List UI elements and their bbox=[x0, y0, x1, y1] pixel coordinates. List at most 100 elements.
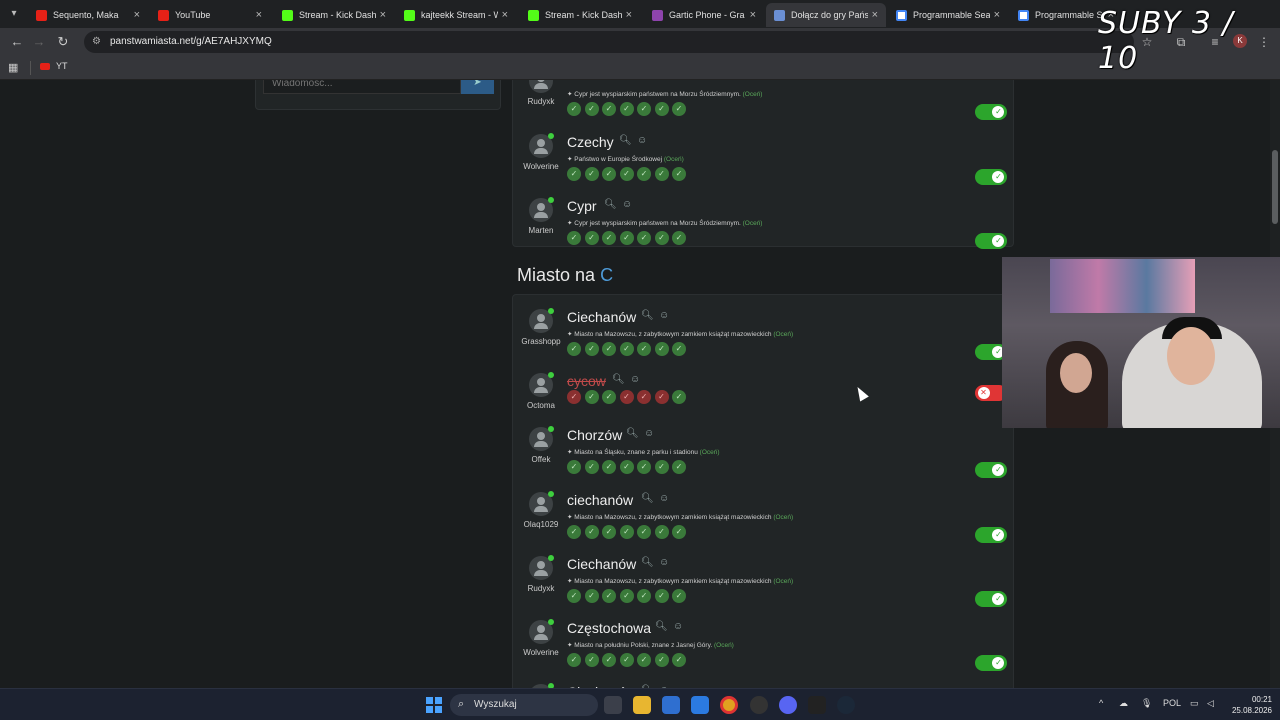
vote-yes-icon[interactable]: ✓ bbox=[654, 589, 669, 603]
vote-yes-icon[interactable]: ✓ bbox=[619, 460, 634, 474]
vote-yes-icon[interactable]: ✓ bbox=[602, 102, 616, 116]
close-tab-icon[interactable]: × bbox=[626, 9, 632, 21]
obs-icon[interactable] bbox=[750, 696, 768, 714]
accept-toggle-on[interactable]: ✓ bbox=[975, 233, 1007, 249]
vote-yes-icon[interactable]: ✓ bbox=[602, 653, 616, 667]
site-info-icon[interactable]: ⚙ bbox=[92, 36, 104, 48]
vote-yes-icon[interactable]: ✓ bbox=[602, 231, 616, 245]
vote-yes-icon[interactable]: ✓ bbox=[602, 525, 616, 539]
address-bar[interactable]: ⚙ panstwamiasta.net/g/AE7AHJXYMQ bbox=[84, 31, 1134, 53]
chat-message-input[interactable] bbox=[263, 80, 461, 94]
tab-search-chevron-icon[interactable]: ▾ bbox=[6, 6, 22, 22]
accept-toggle-on[interactable]: ✓ bbox=[975, 527, 1007, 543]
close-tab-icon[interactable]: × bbox=[994, 9, 1000, 21]
vote-yes-icon[interactable]: ✓ bbox=[584, 167, 599, 181]
taskbar-search[interactable]: ⌕ Wyszukaj bbox=[450, 694, 598, 716]
network-icon[interactable]: ▭ bbox=[1190, 698, 1199, 709]
vote-yes-icon[interactable]: ✓ bbox=[672, 525, 686, 539]
rate-link[interactable]: (Oceń) bbox=[773, 578, 793, 585]
vote-yes-icon[interactable]: ✓ bbox=[584, 390, 599, 404]
vote-yes-icon[interactable]: ✓ bbox=[584, 525, 599, 539]
vote-yes-icon[interactable]: ✓ bbox=[567, 589, 581, 603]
search-icon[interactable]: 🔍︎ bbox=[641, 310, 654, 321]
rate-link[interactable]: (Oceń) bbox=[700, 449, 720, 456]
close-tab-icon[interactable]: × bbox=[750, 9, 756, 21]
search-icon[interactable]: 🔍︎ bbox=[619, 135, 632, 146]
browser-tab[interactable]: Programmable Searc × bbox=[888, 3, 1008, 27]
rate-link[interactable]: (Oceń) bbox=[664, 156, 684, 163]
vote-yes-icon[interactable]: ✓ bbox=[584, 102, 599, 116]
vote-yes-icon[interactable]: ✓ bbox=[654, 525, 669, 539]
accept-toggle-on[interactable]: ✓ bbox=[975, 655, 1007, 671]
vote-yes-icon[interactable]: ✓ bbox=[602, 390, 616, 404]
vote-yes-icon[interactable]: ✓ bbox=[567, 525, 581, 539]
vote-yes-icon[interactable]: ✓ bbox=[637, 460, 651, 474]
language-indicator[interactable]: POL bbox=[1163, 698, 1181, 708]
vote-yes-icon[interactable]: ✓ bbox=[584, 231, 599, 245]
search-icon[interactable]: 🔍︎ bbox=[604, 199, 617, 210]
vote-yes-icon[interactable]: ✓ bbox=[584, 653, 599, 667]
vote-yes-icon[interactable]: ✓ bbox=[619, 342, 634, 356]
send-message-button[interactable]: ➤ bbox=[461, 80, 494, 94]
vote-yes-icon[interactable]: ✓ bbox=[637, 231, 651, 245]
close-tab-icon[interactable]: × bbox=[134, 9, 140, 21]
vote-yes-icon[interactable]: ✓ bbox=[637, 102, 651, 116]
vote-yes-icon[interactable]: ✓ bbox=[654, 167, 669, 181]
vote-no-icon[interactable]: ✓ bbox=[619, 390, 634, 404]
vote-yes-icon[interactable]: ✓ bbox=[637, 167, 651, 181]
vote-yes-icon[interactable]: ✓ bbox=[637, 589, 651, 603]
reaction-icon[interactable]: ☺ bbox=[659, 310, 669, 321]
cloud-icon[interactable]: ☁ bbox=[1119, 698, 1128, 709]
rate-link[interactable]: (Oceń) bbox=[714, 642, 734, 649]
vote-no-icon[interactable]: ✓ bbox=[567, 390, 581, 404]
search-icon[interactable]: 🔍︎ bbox=[641, 557, 654, 568]
reaction-icon[interactable]: ☺ bbox=[659, 493, 669, 504]
vote-yes-icon[interactable]: ✓ bbox=[567, 231, 581, 245]
windows-start-icon[interactable] bbox=[426, 697, 442, 713]
accept-toggle-on[interactable]: ✓ bbox=[975, 591, 1007, 607]
close-tab-icon[interactable]: × bbox=[872, 9, 878, 21]
rate-link[interactable]: (Oceń) bbox=[773, 514, 793, 521]
vote-yes-icon[interactable]: ✓ bbox=[654, 342, 669, 356]
vote-yes-icon[interactable]: ✓ bbox=[619, 231, 634, 245]
vote-yes-icon[interactable]: ✓ bbox=[602, 589, 616, 603]
reaction-icon[interactable]: ☺ bbox=[644, 428, 654, 439]
tray-chevron-icon[interactable]: ^ bbox=[1099, 698, 1103, 708]
browser-tab[interactable]: Dołącz do gry Państw × bbox=[766, 3, 886, 27]
vote-yes-icon[interactable]: ✓ bbox=[672, 167, 686, 181]
vote-yes-icon[interactable]: ✓ bbox=[584, 342, 599, 356]
outlook-icon[interactable] bbox=[691, 696, 709, 714]
store-icon[interactable] bbox=[662, 696, 680, 714]
vote-yes-icon[interactable]: ✓ bbox=[619, 525, 634, 539]
browser-tab[interactable]: Gartic Phone - Gra w × bbox=[644, 3, 764, 27]
vote-yes-icon[interactable]: ✓ bbox=[672, 231, 686, 245]
search-icon[interactable]: 🔍︎ bbox=[626, 428, 639, 439]
vote-yes-icon[interactable]: ✓ bbox=[672, 653, 686, 667]
microphone-icon[interactable]: 🎙 bbox=[1141, 698, 1152, 709]
vote-yes-icon[interactable]: ✓ bbox=[672, 102, 686, 116]
vote-yes-icon[interactable]: ✓ bbox=[637, 653, 651, 667]
reaction-icon[interactable]: ☺ bbox=[630, 374, 640, 385]
volume-icon[interactable]: ◁ bbox=[1207, 698, 1214, 709]
file-explorer-icon[interactable] bbox=[633, 696, 651, 714]
close-tab-icon[interactable]: × bbox=[380, 9, 386, 21]
close-tab-icon[interactable]: × bbox=[502, 9, 508, 21]
chrome-icon[interactable] bbox=[720, 696, 738, 714]
vote-yes-icon[interactable]: ✓ bbox=[567, 102, 581, 116]
vote-yes-icon[interactable]: ✓ bbox=[567, 342, 581, 356]
vote-no-icon[interactable]: ✓ bbox=[637, 390, 651, 404]
search-icon[interactable]: 🔍︎ bbox=[641, 493, 654, 504]
search-icon[interactable]: 🔍︎ bbox=[612, 374, 625, 385]
vote-yes-icon[interactable]: ✓ bbox=[567, 653, 581, 667]
scrollbar-thumb[interactable] bbox=[1272, 150, 1278, 224]
vote-yes-icon[interactable]: ✓ bbox=[619, 653, 634, 667]
accept-toggle-on[interactable]: ✓ bbox=[975, 344, 1007, 360]
epic-games-icon[interactable] bbox=[808, 696, 826, 714]
browser-tab[interactable]: YouTube × bbox=[150, 3, 270, 27]
vote-yes-icon[interactable]: ✓ bbox=[619, 589, 634, 603]
close-tab-icon[interactable]: × bbox=[256, 9, 262, 21]
rate-link[interactable]: (Oceń) bbox=[743, 91, 763, 98]
reaction-icon[interactable]: ☺ bbox=[637, 135, 647, 146]
vote-yes-icon[interactable]: ✓ bbox=[584, 460, 599, 474]
reaction-icon[interactable]: ☺ bbox=[673, 621, 683, 632]
